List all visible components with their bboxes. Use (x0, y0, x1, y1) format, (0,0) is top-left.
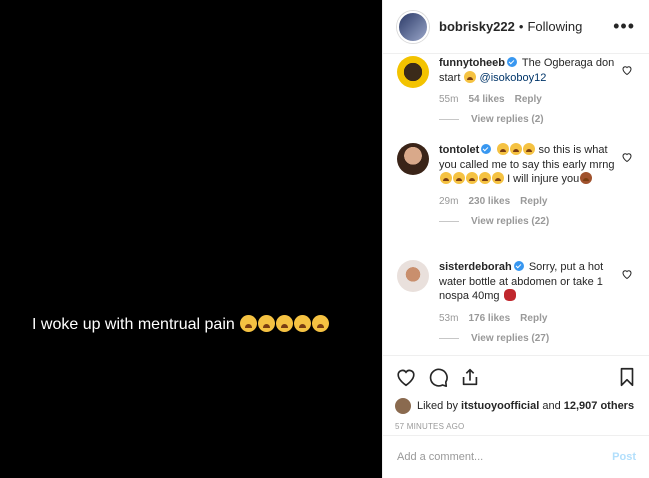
comments-list[interactable]: funnytoheeb The Ogberaga don start @isok… (383, 54, 649, 354)
author-username[interactable]: bobrisky222 (439, 19, 515, 34)
media-caption: I woke up with mentrual pain (32, 315, 330, 334)
post-time-ago[interactable]: 57 MINUTES AGO (395, 422, 638, 431)
action-icons (395, 364, 638, 390)
replies-divider (439, 119, 459, 120)
rofl-emoji-icon (453, 172, 465, 184)
comment-meta: 55m 54 likes Reply (439, 94, 637, 105)
verified-badge-icon (507, 57, 517, 67)
commenter-username[interactable]: tontolet (439, 144, 479, 156)
liked-by-summary: Liked by itstuoyoofficial and 12,907 oth… (395, 398, 638, 414)
comment-icon[interactable] (427, 366, 449, 388)
weary-face-emoji-icon (294, 315, 312, 332)
author-avatar[interactable] (397, 10, 429, 43)
comment-item: tontolet so this is what you called me t… (397, 143, 637, 227)
weary-face-emoji-icon (240, 315, 258, 332)
laughing-face-emoji-icon (464, 70, 477, 83)
post-side-panel: bobrisky222 • Following ••• funnytoheeb … (382, 0, 649, 478)
comment-meta: 53m 176 likes Reply (439, 313, 637, 324)
woman-facepalm-emoji-icon (580, 172, 593, 184)
comment-likes[interactable]: 230 likes (468, 196, 510, 207)
comment-time[interactable]: 29m (439, 196, 458, 207)
rofl-emoji-icon (479, 172, 491, 184)
add-comment-bar: Post (383, 435, 649, 478)
commenter-avatar[interactable] (397, 143, 429, 175)
heart-icon[interactable] (395, 366, 417, 388)
rofl-emoji-icon (440, 172, 452, 184)
rofl-emoji-icon (492, 172, 504, 184)
comment-heart-icon[interactable] (621, 268, 633, 280)
media-caption-text: I woke up with mentrual pain (32, 316, 235, 333)
comment-time[interactable]: 55m (439, 94, 458, 105)
liked-by-prefix: Liked by (417, 400, 458, 412)
comment-meta: 29m 230 likes Reply (439, 196, 637, 207)
commenter-username[interactable]: funnytoheeb (439, 57, 505, 69)
comment-item: funnytoheeb The Ogberaga don start @isok… (397, 56, 637, 125)
bookmark-icon[interactable] (616, 366, 638, 388)
liker-avatar[interactable] (395, 398, 411, 414)
comment-text: funnytoheeb The Ogberaga don start @isok… (439, 56, 615, 85)
view-replies-label: View replies (2) (471, 114, 544, 125)
add-comment-input[interactable] (397, 451, 613, 463)
post-actions: Liked by itstuoyoofficial and 12,907 oth… (383, 355, 649, 435)
weary-face-emoji-icon (258, 315, 276, 332)
lips-emoji-icon (503, 289, 516, 301)
reply-button[interactable]: Reply (515, 94, 542, 105)
rofl-emoji-icon (523, 143, 536, 155)
verified-badge-icon (513, 261, 524, 271)
comment-likes[interactable]: 176 likes (468, 313, 510, 324)
rofl-emoji-icon (510, 143, 523, 155)
view-replies-button[interactable]: View replies (2) (439, 114, 637, 125)
view-replies-label: View replies (27) (471, 332, 550, 344)
rofl-emoji-icon (497, 143, 510, 155)
replies-divider (439, 337, 459, 339)
reply-button[interactable]: Reply (520, 196, 547, 207)
weary-face-emoji-icon (312, 315, 330, 332)
comment-text: tontolet so this is what you called me t… (439, 143, 615, 187)
view-replies-button[interactable]: View replies (22) (439, 216, 637, 227)
liked-by-user[interactable]: itstuoyoofficial (461, 400, 539, 412)
liked-by-count[interactable]: 12,907 others (564, 400, 634, 412)
commenter-username[interactable]: sisterdeborah (439, 261, 512, 273)
comment-likes[interactable]: 54 likes (468, 94, 504, 105)
commenter-avatar[interactable] (397, 260, 429, 292)
comment-item: sisterdeborah Sorry, put a hot water bot… (397, 260, 637, 344)
comment-body-tail: I will injure you (507, 173, 580, 185)
verified-badge-icon (481, 144, 492, 154)
follow-status-button[interactable]: Following (527, 19, 582, 34)
view-replies-label: View replies (22) (471, 215, 550, 227)
reply-button[interactable]: Reply (520, 313, 547, 324)
weary-face-emoji-icon (276, 315, 294, 332)
replies-divider (439, 220, 459, 222)
share-icon[interactable] (459, 366, 481, 388)
commenter-avatar[interactable] (397, 56, 429, 88)
comment-text: sisterdeborah Sorry, put a hot water bot… (439, 260, 615, 304)
post-media[interactable]: I woke up with mentrual pain (0, 0, 382, 478)
liked-by-and: and (542, 400, 561, 412)
view-replies-button[interactable]: View replies (27) (439, 333, 637, 344)
post-comment-button[interactable]: Post (612, 451, 636, 463)
more-dots-icon[interactable]: ••• (613, 16, 635, 37)
comment-heart-icon[interactable] (621, 64, 633, 76)
comment-time[interactable]: 53m (439, 313, 458, 324)
post-header: bobrisky222 • Following ••• (383, 0, 649, 54)
comment-mention-link[interactable]: @isokoboy12 (480, 72, 547, 84)
rofl-emoji-icon (466, 172, 478, 184)
comment-heart-icon[interactable] (621, 151, 633, 163)
header-separator: • (518, 19, 524, 34)
